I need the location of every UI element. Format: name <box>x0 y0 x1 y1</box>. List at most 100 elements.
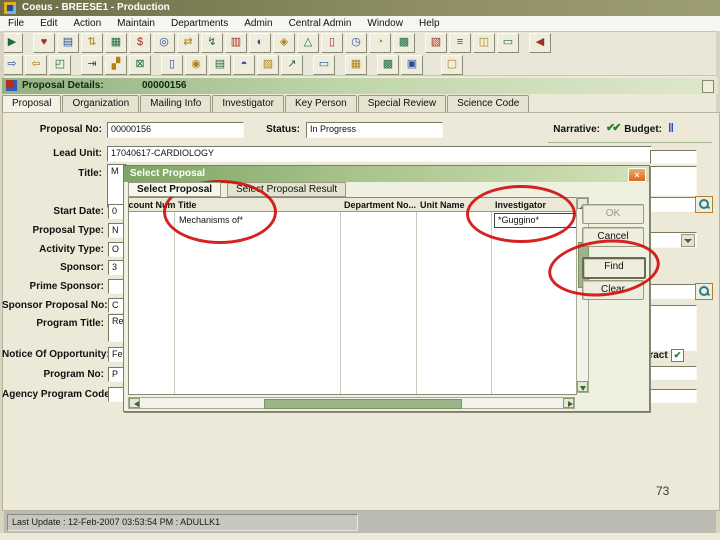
briefcase-icon[interactable]: ▤ <box>209 54 231 75</box>
sponsor-label: Sponsor: <box>60 262 104 273</box>
right-combo-field[interactable] <box>648 232 697 248</box>
contract-checkbox[interactable]: ✔ <box>671 349 684 362</box>
person-search-icon[interactable]: ◐ <box>249 33 271 53</box>
prime-sponsor-label: Prime Sponsor: <box>29 281 104 292</box>
coeus-logo-icon <box>4 2 16 14</box>
list-icon[interactable]: ≡ <box>449 33 471 53</box>
memo-icon[interactable]: ▢ <box>441 54 463 75</box>
clock-icon[interactable]: ◷ <box>345 33 367 53</box>
sponsor-search-icon[interactable] <box>695 196 713 213</box>
favorites-icon[interactable]: ♥ <box>33 33 55 53</box>
column-department-no[interactable]: Department No... <box>341 198 417 212</box>
menu-help[interactable]: Help <box>411 18 448 29</box>
dialog-title-bar[interactable]: Select Proposal <box>124 166 649 182</box>
pause-icon[interactable]: ▯ <box>321 33 343 53</box>
status-field[interactable]: In Progress <box>306 122 443 138</box>
notepad-icon[interactable]: ▭ <box>313 54 335 75</box>
previous-icon[interactable]: ⇦ <box>25 54 47 75</box>
menu-edit[interactable]: Edit <box>32 18 65 29</box>
proposal-tab-strip: Proposal Organization Mailing Info Inves… <box>2 95 530 112</box>
coins-icon[interactable]: ◉ <box>185 54 207 75</box>
exit-icon[interactable]: ◀ <box>529 33 551 53</box>
program-title-label: Program Title: <box>36 318 104 329</box>
menu-action[interactable]: Action <box>65 18 109 29</box>
export-icon[interactable]: ⇥ <box>81 54 103 75</box>
menu-departments[interactable]: Departments <box>163 18 236 29</box>
calculator-icon[interactable]: ▦ <box>345 54 367 75</box>
run-icon[interactable]: ↯ <box>201 33 223 53</box>
tab-select-proposal[interactable]: Select Proposal <box>128 182 222 197</box>
menu-window[interactable]: Window <box>359 18 411 29</box>
horizontal-scroll-thumb[interactable] <box>264 399 462 409</box>
scroll-down-icon[interactable] <box>577 381 588 392</box>
window-control-button[interactable] <box>702 80 714 93</box>
annotation-circle-investigator <box>466 185 576 243</box>
lead-unit-label: Lead Unit: <box>53 148 102 159</box>
proposal-details-title-bar[interactable]: Proposal Details: 00000156 <box>2 78 718 94</box>
right-field-7[interactable] <box>650 389 697 403</box>
right-field-6[interactable] <box>650 366 697 380</box>
transfer-icon[interactable]: ⇄ <box>177 33 199 53</box>
form-icon[interactable]: ▭ <box>497 33 519 53</box>
columns-icon[interactable]: ◫ <box>473 33 495 53</box>
prime-sponsor-search-icon[interactable] <box>695 283 713 300</box>
tab-mailing-info[interactable]: Mailing Info <box>140 95 212 112</box>
door-icon[interactable]: ▯ <box>161 54 183 75</box>
mail-icon[interactable]: ⊠ <box>129 54 151 75</box>
chart-icon[interactable]: ◔ <box>369 33 391 53</box>
scales-icon[interactable]: △ <box>297 33 319 53</box>
menu-central-admin[interactable]: Central Admin <box>281 18 360 29</box>
slide-page-number: 73 <box>656 484 670 498</box>
agency-program-code-label: Agency Program Code: <box>2 389 114 400</box>
proposal-no-field[interactable]: 00000156 <box>107 122 244 138</box>
tab-key-person[interactable]: Key Person <box>285 95 357 112</box>
people-icon[interactable]: ◈ <box>273 33 295 53</box>
close-icon[interactable]: × <box>628 168 646 182</box>
save-icon[interactable]: ▣ <box>401 54 423 75</box>
status-label: Status: <box>266 124 300 135</box>
link-icon[interactable]: ▞ <box>105 54 127 75</box>
select-icon[interactable]: ▶ <box>1 33 23 53</box>
narrative-check-icon[interactable]: ✔✔ <box>606 121 622 134</box>
right-field-3[interactable] <box>650 197 697 212</box>
chevron-down-icon[interactable] <box>681 234 695 247</box>
tab-proposal[interactable]: Proposal <box>2 95 62 112</box>
signature-icon[interactable]: ↗ <box>281 54 303 75</box>
tree-icon[interactable]: ▨ <box>257 54 279 75</box>
next-icon[interactable]: ⇨ <box>1 54 23 75</box>
catalog-icon[interactable]: ▦ <box>105 33 127 53</box>
menu-file[interactable]: File <box>0 18 32 29</box>
resize-icon[interactable]: ◰ <box>49 54 71 75</box>
tab-special-review[interactable]: Special Review <box>357 95 447 112</box>
right-field-2[interactable] <box>650 166 697 196</box>
application-window: Coeus - BREESE1 - Production File Edit A… <box>0 0 720 540</box>
keyboard-icon[interactable]: ▧ <box>425 33 447 53</box>
binoculars-icon[interactable]: ◎ <box>153 33 175 53</box>
right-field-1[interactable] <box>650 150 697 164</box>
menu-admin[interactable]: Admin <box>236 18 280 29</box>
copy-icon[interactable]: ▥ <box>225 33 247 53</box>
right-field-4[interactable] <box>650 284 697 299</box>
tab-investigator[interactable]: Investigator <box>212 95 285 112</box>
money-bag-icon[interactable]: $ <box>129 33 151 53</box>
new-window-icon[interactable]: ▤ <box>57 33 79 53</box>
ok-button[interactable]: OK <box>582 204 644 224</box>
print-icon[interactable]: ▩ <box>377 54 399 75</box>
lead-unit-field[interactable]: 17040617-CARDIOLOGY <box>107 146 652 162</box>
tab-organization[interactable]: Organization <box>62 95 140 112</box>
right-field-5[interactable] <box>650 305 697 351</box>
grid-horizontal-scrollbar[interactable] <box>128 397 575 409</box>
scroll-left-icon[interactable] <box>129 398 140 408</box>
menu-maintain[interactable]: Maintain <box>109 18 163 29</box>
scroll-right-icon[interactable] <box>563 398 574 408</box>
menu-bar: File Edit Action Maintain Departments Ad… <box>0 16 720 32</box>
divider-line <box>548 142 712 143</box>
app-title-bar[interactable]: Coeus - BREESE1 - Production <box>0 0 720 16</box>
budget-label: Budget: <box>624 124 662 135</box>
budget-bars-icon[interactable]: ‖ <box>668 121 674 135</box>
apple-icon[interactable]: ◓ <box>233 54 255 75</box>
tab-science-code[interactable]: Science Code <box>447 95 530 112</box>
printer-icon[interactable]: ▩ <box>393 33 415 53</box>
status-last-update: Last Update : 12-Feb-2007 03:53:54 PM : … <box>7 514 358 531</box>
sort-icon[interactable]: ⇅ <box>81 33 103 53</box>
